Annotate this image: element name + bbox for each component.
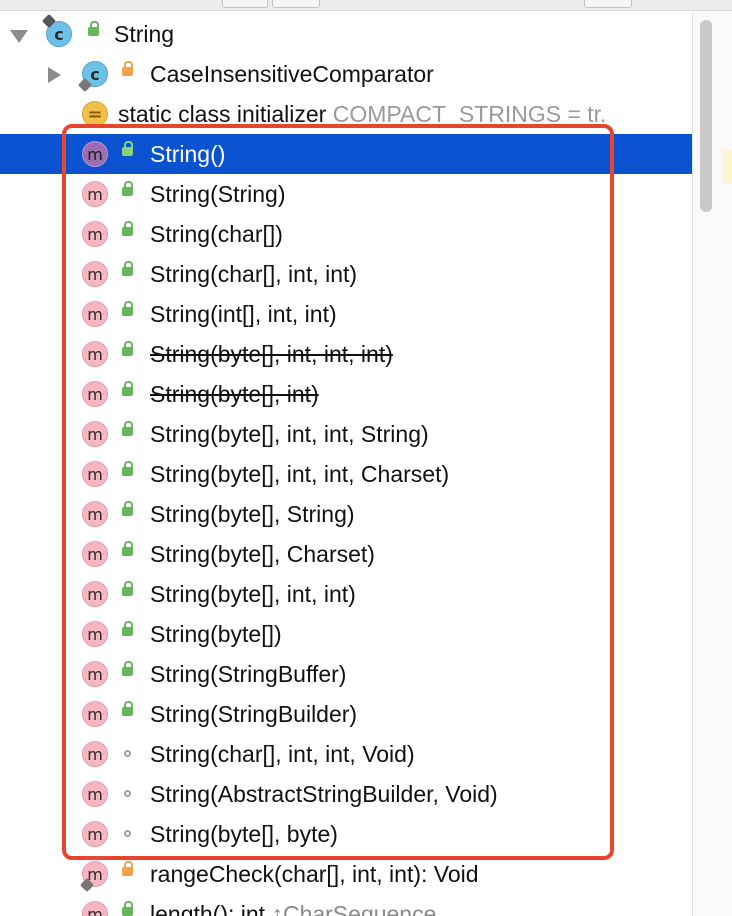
constructor-label: String(StringBuffer) (150, 661, 347, 687)
method-icon: m (82, 341, 108, 367)
constructor-label: String(int[], int, int) (150, 301, 337, 327)
method-icon: m (82, 261, 108, 287)
constructor-item[interactable]: m String(byte[], int, int) (0, 574, 692, 614)
constructor-item[interactable]: m String(byte[], int, int, String) (0, 414, 692, 454)
constructor-item[interactable]: m String(byte[], String) (0, 494, 692, 534)
constructor-label: String(String) (150, 181, 286, 207)
public-lock-icon (122, 141, 133, 156)
constructor-label: String(StringBuilder) (150, 701, 358, 727)
method-icon: m (82, 461, 108, 487)
constructor-item[interactable]: m String(byte[]) (0, 614, 692, 654)
public-lock-icon (122, 701, 133, 716)
method-icon: m (82, 781, 108, 807)
public-lock-icon (122, 261, 133, 276)
public-lock-icon (122, 661, 133, 676)
package-private-dot-icon (124, 830, 131, 837)
tree-node-label: CaseInsensitiveComparator (150, 61, 434, 87)
public-lock-icon (122, 221, 133, 236)
public-lock-icon (122, 301, 133, 316)
tree-node-nested-class[interactable]: c CaseInsensitiveComparator (0, 54, 692, 94)
constructor-label: String(char[], int, int) (150, 261, 358, 287)
public-lock-icon (122, 501, 133, 516)
method-icon: m (82, 221, 108, 247)
public-lock-icon (122, 181, 133, 196)
method-icon: m (82, 421, 108, 447)
tree-node-initializer[interactable]: = static class initializer COMPACT_STRIN… (0, 94, 692, 134)
constructor-label: String(byte[]) (150, 621, 282, 647)
tree-node-string-class[interactable]: c String (0, 13, 692, 54)
constructor-label: String(byte[], int, int, int) (150, 341, 393, 367)
constructor-label: String(byte[], int, int, Charset) (150, 461, 450, 487)
constructor-item[interactable]: m String(byte[], byte) (0, 814, 692, 854)
method-icon: m (82, 141, 108, 167)
constructor-label: String(char[]) (150, 221, 283, 247)
method-icon: m (82, 301, 108, 327)
collapse-arrow-icon[interactable] (48, 67, 61, 83)
constructor-item-deprecated[interactable]: m String(byte[], int, int, int) (0, 334, 692, 374)
tree-node-label: String (114, 21, 175, 47)
constructor-label: String() (150, 141, 226, 167)
method-icon: m (82, 381, 108, 407)
method-item[interactable]: m length(): int ↑CharSequence (0, 894, 692, 916)
constructor-item[interactable]: m String(StringBuffer) (0, 654, 692, 694)
constructor-label: String(byte[], int, int, String) (150, 421, 429, 447)
method-icon: m (82, 581, 108, 607)
public-lock-icon (122, 541, 133, 556)
method-icon: m (82, 901, 108, 916)
public-lock-icon (122, 901, 133, 916)
method-item[interactable]: m rangeCheck(char[], int, int): Void (0, 854, 692, 894)
public-lock-icon (122, 461, 133, 476)
method-icon: m (82, 181, 108, 207)
constructor-item[interactable]: m String(char[], int, int) (0, 254, 692, 294)
constructor-item[interactable]: m String(byte[], Charset) (0, 534, 692, 574)
public-lock-icon (122, 341, 133, 356)
private-lock-icon (122, 61, 133, 76)
private-lock-icon (122, 861, 133, 876)
structure-tree[interactable]: c String c CaseInsensitiveComparator = s… (0, 12, 692, 916)
package-private-dot-icon (124, 750, 131, 757)
tree-node-label: static class initializer COMPACT_STRINGS… (118, 101, 607, 127)
public-lock-icon (122, 581, 133, 596)
toolbar-button[interactable] (584, 0, 632, 8)
public-lock-icon (122, 421, 133, 436)
constructor-item[interactable]: m String(int[], int, int) (0, 294, 692, 334)
method-icon: m (82, 661, 108, 687)
public-lock-icon (122, 381, 133, 396)
constructor-item[interactable]: m String(char[]) (0, 214, 692, 254)
scrollbar-thumb[interactable] (700, 20, 712, 212)
constructor-label: String(char[], int, int, Void) (150, 741, 415, 767)
constructor-label: String(byte[], int, int) (150, 581, 356, 607)
constructor-item-deprecated[interactable]: m String(byte[], int) (0, 374, 692, 414)
constructor-item[interactable]: m String(StringBuilder) (0, 694, 692, 734)
public-lock-icon (122, 621, 133, 636)
constructor-item[interactable]: m String(String) (0, 174, 692, 214)
vertical-scrollbar[interactable] (692, 12, 732, 916)
constructor-label: String(byte[], Charset) (150, 541, 375, 567)
constructor-item[interactable]: m String(byte[], int, int, Charset) (0, 454, 692, 494)
constructor-label: String(byte[], String) (150, 501, 355, 527)
constructor-item[interactable]: m String() (0, 134, 692, 174)
method-icon: m (82, 541, 108, 567)
public-lock-icon (88, 21, 99, 36)
method-label: length(): int ↑CharSequence (150, 901, 437, 916)
initializer-icon: = (82, 101, 108, 127)
constructor-label: String(AbstractStringBuilder, Void) (150, 781, 498, 807)
toolbar-button[interactable] (272, 0, 320, 8)
constructor-label: String(byte[], int) (150, 381, 319, 407)
method-icon: m (82, 821, 108, 847)
constructor-label: String(byte[], byte) (150, 821, 338, 847)
method-icon: m (82, 701, 108, 727)
constructor-item[interactable]: m String(AbstractStringBuilder, Void) (0, 774, 692, 814)
constructor-item[interactable]: m String(char[], int, int, Void) (0, 734, 692, 774)
expand-arrow-icon[interactable] (10, 30, 28, 43)
method-icon: m (82, 621, 108, 647)
top-toolbar (0, 0, 732, 11)
method-label: rangeCheck(char[], int, int): Void (150, 861, 479, 887)
method-icon: m (82, 741, 108, 767)
toolbar-button[interactable] (222, 0, 268, 8)
scroll-marker (723, 150, 732, 184)
method-icon: m (82, 501, 108, 527)
package-private-dot-icon (124, 790, 131, 797)
